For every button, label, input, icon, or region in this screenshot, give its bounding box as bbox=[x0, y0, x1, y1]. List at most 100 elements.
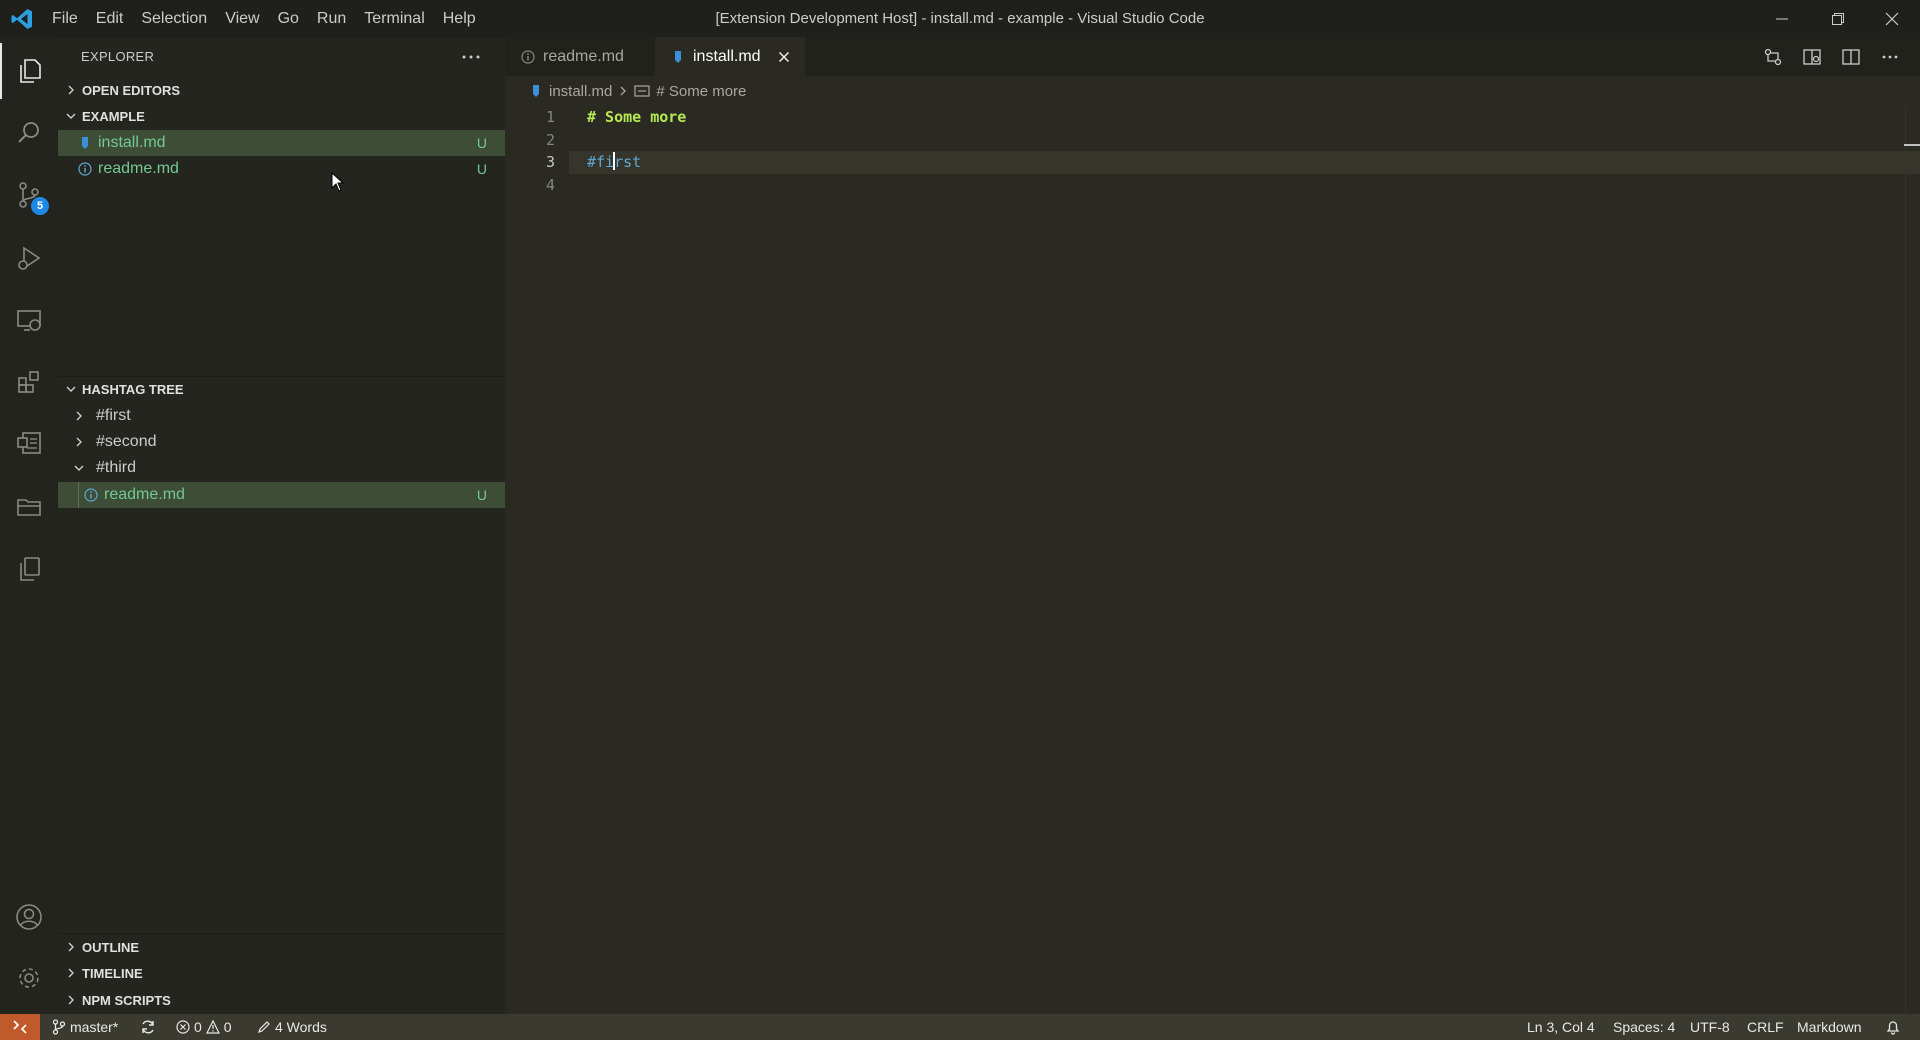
activity-explorer[interactable] bbox=[0, 43, 58, 99]
code-line-heading: # Some more bbox=[587, 108, 687, 126]
hashtag-tree-icon bbox=[17, 432, 41, 454]
section-example[interactable]: EXAMPLE bbox=[58, 103, 505, 129]
sidebar-more-button[interactable] bbox=[459, 45, 483, 69]
pencil-icon bbox=[258, 1021, 270, 1033]
activity-remote-explorer[interactable] bbox=[0, 292, 58, 348]
extensions-icon bbox=[18, 371, 39, 393]
vscode-logo-icon bbox=[10, 7, 34, 31]
file-row-install[interactable]: install.md U bbox=[58, 130, 505, 156]
tab-close-button[interactable] bbox=[775, 48, 793, 66]
file-name: install.md bbox=[98, 134, 166, 151]
activity-copy[interactable] bbox=[0, 541, 58, 597]
info-file-icon bbox=[78, 162, 92, 176]
chevron-right-icon bbox=[60, 987, 82, 1013]
markdown-file-icon bbox=[531, 84, 541, 98]
tree-item-first[interactable]: #first bbox=[58, 403, 505, 429]
split-editor-button[interactable] bbox=[1839, 45, 1863, 69]
chevron-right-icon bbox=[60, 960, 82, 986]
editor-more-button[interactable] bbox=[1878, 45, 1902, 69]
encoding-button[interactable]: UTF-8 bbox=[1690, 1014, 1730, 1040]
breadcrumb-symbol[interactable]: # Some more bbox=[656, 83, 746, 100]
section-timeline[interactable]: TIMELINE bbox=[58, 960, 505, 986]
section-npm-scripts[interactable]: NPM SCRIPTS bbox=[58, 987, 505, 1013]
cursor-position-button[interactable]: Ln 3, Col 4 bbox=[1527, 1014, 1595, 1040]
sync-icon bbox=[142, 1020, 154, 1034]
tree-item-third[interactable]: #third bbox=[58, 455, 505, 481]
tab-label: readme.md bbox=[543, 47, 624, 65]
chevron-right-icon bbox=[60, 934, 82, 960]
activity-run-debug[interactable] bbox=[0, 230, 58, 286]
git-branch-button[interactable]: master* bbox=[52, 1014, 118, 1040]
menu-edit[interactable]: Edit bbox=[87, 0, 133, 37]
tree-item-label: #third bbox=[96, 459, 137, 476]
file-name: readme.md bbox=[104, 486, 185, 503]
menu-help[interactable]: Help bbox=[434, 0, 485, 37]
menu-selection[interactable]: Selection bbox=[132, 0, 216, 37]
section-open-editors[interactable]: OPEN EDITORS bbox=[58, 77, 505, 103]
section-hashtag-tree[interactable]: HASHTAG TREE bbox=[58, 376, 505, 402]
code-line-hashtag: #first bbox=[587, 151, 641, 174]
problems-button[interactable]: 0 0 bbox=[176, 1014, 232, 1040]
open-preview-button[interactable] bbox=[1800, 45, 1824, 69]
activity-source-control[interactable]: 5 bbox=[0, 167, 58, 223]
activity-search[interactable] bbox=[0, 105, 58, 161]
title-bar: File Edit Selection View Go Run Terminal… bbox=[0, 0, 1920, 37]
restore-button[interactable] bbox=[1810, 0, 1866, 37]
minimize-button[interactable] bbox=[1754, 0, 1810, 37]
tab-readme[interactable]: readme.md bbox=[505, 37, 655, 76]
tree-item-readme[interactable]: readme.md U bbox=[58, 482, 505, 508]
git-status-badge: U bbox=[476, 135, 487, 151]
activity-bar: 5 bbox=[0, 37, 58, 1014]
activity-folder[interactable] bbox=[0, 479, 58, 535]
chevron-down-icon bbox=[60, 376, 82, 402]
warning-count: 0 bbox=[223, 1019, 232, 1035]
breadcrumb-file[interactable]: install.md bbox=[549, 83, 612, 100]
sync-button[interactable] bbox=[140, 1014, 156, 1040]
close-icon bbox=[1885, 12, 1899, 25]
remote-icon bbox=[13, 1020, 27, 1034]
line-number: 1 bbox=[545, 108, 555, 126]
info-file-icon bbox=[84, 488, 98, 502]
minimize-icon bbox=[1776, 18, 1788, 19]
open-changes-button[interactable] bbox=[1761, 45, 1785, 69]
git-status-badge: U bbox=[476, 161, 487, 177]
chevron-right-icon bbox=[72, 435, 86, 449]
mouse-pointer-icon bbox=[331, 172, 345, 192]
activity-hashtag-tree[interactable] bbox=[0, 416, 58, 472]
remote-indicator-button[interactable] bbox=[0, 1014, 40, 1040]
activity-extensions[interactable] bbox=[0, 354, 58, 410]
section-open-editors-label: OPEN EDITORS bbox=[82, 82, 181, 98]
menu-bar: File Edit Selection View Go Run Terminal… bbox=[43, 0, 485, 37]
word-count-button[interactable]: 4 Words bbox=[257, 1014, 327, 1040]
language-mode: Markdown bbox=[1797, 1019, 1862, 1035]
file-row-readme[interactable]: readme.md U bbox=[58, 156, 505, 182]
tree-item-second[interactable]: #second bbox=[58, 429, 505, 455]
menu-file[interactable]: File bbox=[43, 0, 87, 37]
text-before-cursor: #fi bbox=[587, 153, 615, 171]
split-editor-icon bbox=[1842, 49, 1860, 65]
code-editor[interactable]: 1 # Some more 2 3 #first 4 bbox=[505, 106, 1920, 1014]
indentation-button[interactable]: Spaces: 4 bbox=[1613, 1014, 1675, 1040]
menu-terminal[interactable]: Terminal bbox=[355, 0, 433, 37]
activity-settings[interactable] bbox=[0, 950, 58, 1006]
tab-install[interactable]: install.md bbox=[655, 37, 805, 76]
remote-explorer-icon bbox=[17, 310, 41, 331]
activity-accounts[interactable] bbox=[0, 889, 58, 945]
close-window-button[interactable] bbox=[1864, 0, 1920, 37]
eol-button[interactable]: CRLF bbox=[1747, 1014, 1784, 1040]
section-outline[interactable]: OUTLINE bbox=[58, 934, 505, 960]
menu-view[interactable]: View bbox=[216, 0, 268, 37]
language-mode-button[interactable]: Markdown bbox=[1797, 1014, 1862, 1040]
tree-item-label: #second bbox=[96, 433, 157, 450]
line-number: 2 bbox=[545, 131, 555, 149]
chevron-right-icon bbox=[72, 409, 86, 423]
encoding: UTF-8 bbox=[1690, 1019, 1730, 1035]
notifications-button[interactable] bbox=[1885, 1014, 1901, 1040]
file-name: readme.md bbox=[98, 160, 179, 177]
branch-name: master* bbox=[70, 1019, 119, 1035]
menu-run[interactable]: Run bbox=[308, 0, 355, 37]
status-bar: master* 0 0 4 Words Ln 3, Col 4 Spaces: … bbox=[0, 1014, 1920, 1040]
symbol-string-icon bbox=[634, 84, 650, 98]
search-icon bbox=[18, 122, 39, 143]
menu-go[interactable]: Go bbox=[269, 0, 308, 37]
